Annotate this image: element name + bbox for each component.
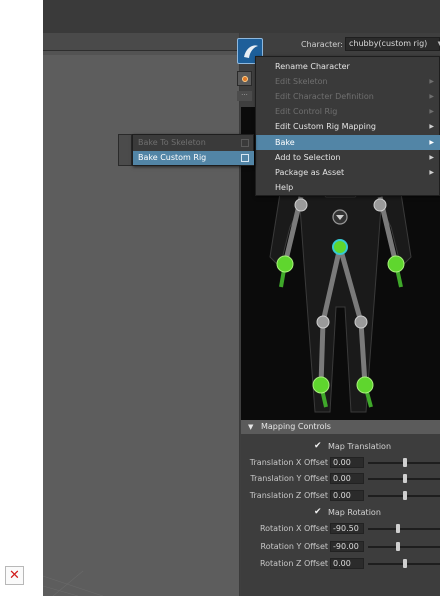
submenu-arrow-icon: ▶ <box>429 78 434 85</box>
submenu-item-bake-to-skeleton[interactable]: Bake To Skeleton <box>133 136 254 150</box>
rotation-z-field[interactable]: 0.00 <box>330 558 364 569</box>
menu-item-label: Edit Custom Rig Mapping <box>275 122 376 131</box>
translation-x-slider-thumb[interactable] <box>403 458 407 467</box>
menu-item-edit-character-definition[interactable]: Edit Character Definition ▶ <box>256 89 440 104</box>
submenu-arrow-icon: ▶ <box>429 169 434 176</box>
translation-z-field[interactable]: 0.00 <box>330 490 364 501</box>
map-rotation-label: Map Rotation <box>328 507 381 517</box>
translation-y-field[interactable]: 0.00 <box>330 473 364 484</box>
character-select-value: chubby(custom rig) <box>349 39 428 48</box>
option-box-icon[interactable] <box>241 154 249 162</box>
rotation-x-slider-thumb[interactable] <box>396 524 400 533</box>
close-icon[interactable]: ✕ <box>5 566 24 585</box>
rotation-y-slider[interactable] <box>368 546 440 548</box>
rotation-x-label: Rotation X Offset <box>259 524 328 533</box>
menu-item-edit-control-rig[interactable]: Edit Control Rig ▶ <box>256 104 440 119</box>
submenu-gutter <box>118 134 132 166</box>
submenu-item-bake-custom-rig[interactable]: Bake Custom Rig <box>133 151 254 165</box>
rotation-z-label: Rotation Z Offset <box>259 559 328 568</box>
rotation-x-slider[interactable] <box>368 528 440 530</box>
mapping-controls-header[interactable]: ▼ Mapping Controls <box>241 420 440 434</box>
translation-x-field[interactable]: 0.00 <box>330 457 364 468</box>
viewport-panel[interactable] <box>43 33 239 596</box>
pin-icon <box>242 76 248 82</box>
menu-item-label: Help <box>275 183 294 192</box>
rotation-y-slider-thumb[interactable] <box>396 542 400 551</box>
menu-item-bake[interactable]: Bake ▶ <box>256 135 440 150</box>
viewport-grid <box>43 570 104 596</box>
character-context-menu: Rename Character Edit Skeleton ▶ Edit Ch… <box>255 56 440 196</box>
translation-z-slider-thumb[interactable] <box>403 491 407 500</box>
map-rotation-checkbox[interactable]: ✔ Map Rotation <box>314 507 381 517</box>
rotation-y-field[interactable]: -90.00 <box>330 541 364 552</box>
left-margin <box>0 0 43 596</box>
menu-item-label: Package as Asset <box>275 168 345 177</box>
rotation-x-field[interactable]: -90.50 <box>330 523 364 534</box>
mapping-controls-title: Mapping Controls <box>261 422 331 431</box>
menu-item-rename-character[interactable]: Rename Character <box>256 59 440 74</box>
menu-item-label: Bake <box>275 138 295 147</box>
menu-item-edit-custom-rig-mapping[interactable]: Edit Custom Rig Mapping ▶ <box>256 119 440 134</box>
submenu-arrow-icon: ▶ <box>429 154 434 161</box>
viewport-toolbar <box>43 51 239 55</box>
menu-item-label: Edit Control Rig <box>275 107 338 116</box>
rotation-y-label: Rotation Y Offset <box>260 542 328 551</box>
bake-submenu: Bake To Skeleton Bake Custom Rig <box>132 134 254 166</box>
submenu-item-label: Bake Custom Rig <box>138 153 207 162</box>
menu-item-add-to-selection[interactable]: Add to Selection ▶ <box>256 150 440 165</box>
character-select[interactable]: chubby(custom rig) ▼ <box>345 37 440 51</box>
submenu-arrow-icon: ▶ <box>429 123 434 130</box>
menu-item-edit-skeleton[interactable]: Edit Skeleton ▶ <box>256 74 440 89</box>
map-translation-label: Map Translation <box>328 441 392 451</box>
submenu-arrow-icon: ▶ <box>429 93 434 100</box>
map-translation-checkbox[interactable]: ✔ Map Translation <box>314 441 391 451</box>
translation-y-label: Translation Y Offset <box>250 474 328 483</box>
panel-options-button[interactable]: ··· <box>237 91 252 101</box>
submenu-item-label: Bake To Skeleton <box>138 138 206 147</box>
collapse-triangle-icon: ▼ <box>248 423 254 431</box>
checkmark-icon: ✔ <box>314 507 322 517</box>
menu-item-label: Edit Character Definition <box>275 92 374 101</box>
option-box-icon[interactable] <box>241 139 249 147</box>
translation-x-label: Translation X Offset <box>249 458 328 467</box>
translation-z-label: Translation Z Offset <box>249 491 328 500</box>
translation-y-slider-thumb[interactable] <box>403 474 407 483</box>
checkmark-icon: ✔ <box>314 441 322 451</box>
viewport-header <box>43 33 239 51</box>
top-toolbar <box>43 0 440 33</box>
menu-item-label: Rename Character <box>275 62 350 71</box>
menu-item-package-as-asset[interactable]: Package as Asset ▶ <box>256 165 440 180</box>
effector-pin-button[interactable] <box>237 71 252 86</box>
menu-item-label: Edit Skeleton <box>275 77 328 86</box>
submenu-arrow-icon: ▶ <box>429 139 434 146</box>
menu-item-help[interactable]: Help <box>256 180 440 195</box>
rotation-z-slider-thumb[interactable] <box>403 559 407 568</box>
submenu-arrow-icon: ▶ <box>429 108 434 115</box>
menu-item-label: Add to Selection <box>275 153 341 162</box>
character-label: Character: <box>300 40 343 49</box>
